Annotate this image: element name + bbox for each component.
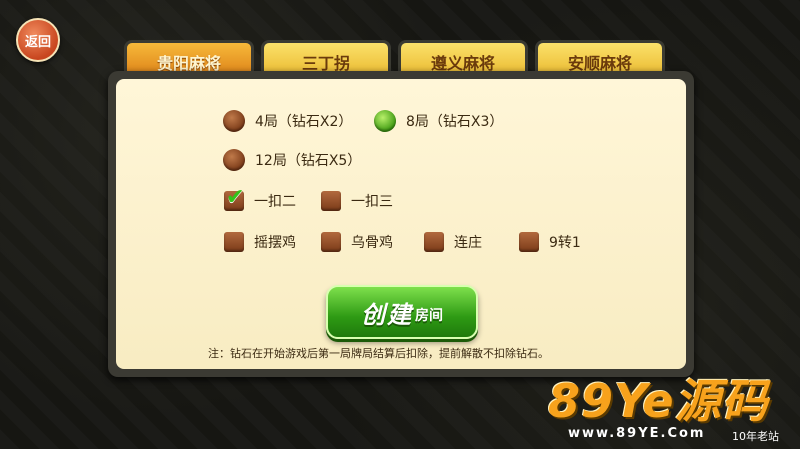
option-wuguji[interactable]: 乌骨鸡 <box>321 232 393 252</box>
option-yikouer[interactable]: ✔ 一扣二 <box>224 185 296 211</box>
round-option-8[interactable]: 8局（钻石X3） <box>374 110 503 132</box>
checkbox-icon <box>519 232 539 252</box>
round-label: 12局（钻石X5） <box>255 153 362 169</box>
watermark-logo: 89Ye源码 <box>548 378 794 424</box>
radio-selected-icon <box>374 110 396 132</box>
option-label: 一扣三 <box>351 194 393 210</box>
checkbox-checked-icon: ✔ <box>224 185 245 211</box>
round-option-12[interactable]: 12局（钻石X5） <box>223 149 361 171</box>
radio-icon <box>223 110 245 132</box>
watermark-logo-cn: 源码 <box>674 374 769 428</box>
option-label: 乌骨鸡 <box>351 235 393 251</box>
checkbox-icon <box>321 232 341 252</box>
option-yaobaiji[interactable]: 摇摆鸡 <box>224 232 296 252</box>
option-label: 9转1 <box>549 235 581 251</box>
watermark-url: www.89YE.Com <box>568 426 706 441</box>
option-label: 一扣二 <box>254 194 296 210</box>
watermark-tag: 10年老站 <box>732 430 779 443</box>
option-9zhuan1[interactable]: 9转1 <box>519 232 581 252</box>
create-room-button[interactable]: 创建 房间 <box>326 285 478 339</box>
radio-icon <box>223 149 245 171</box>
round-label: 8局（钻石X3） <box>406 114 504 130</box>
create-button-sublabel: 房间 <box>415 308 443 324</box>
watermark-logo-latin: 89Ye <box>548 374 675 428</box>
diamond-note: 注：钻石在开始游戏后第一局牌局结算后扣除，提前解散不扣除钻石。 <box>208 347 549 360</box>
create-button-label: 创建 <box>361 300 413 329</box>
option-lianzhuang[interactable]: 连庄 <box>424 232 482 252</box>
checkbox-icon <box>424 232 444 252</box>
option-label: 连庄 <box>454 235 482 251</box>
round-label: 4局（钻石X2） <box>255 114 353 130</box>
checkbox-icon <box>321 191 341 211</box>
back-button[interactable]: 返回 <box>16 18 60 62</box>
option-label: 摇摆鸡 <box>254 235 296 251</box>
checkbox-icon <box>224 232 244 252</box>
watermark: 89Ye源码 www.89YE.Com 10年老站 <box>548 378 794 444</box>
option-yikousan[interactable]: 一扣三 <box>321 191 393 211</box>
round-option-4[interactable]: 4局（钻石X2） <box>223 110 352 132</box>
